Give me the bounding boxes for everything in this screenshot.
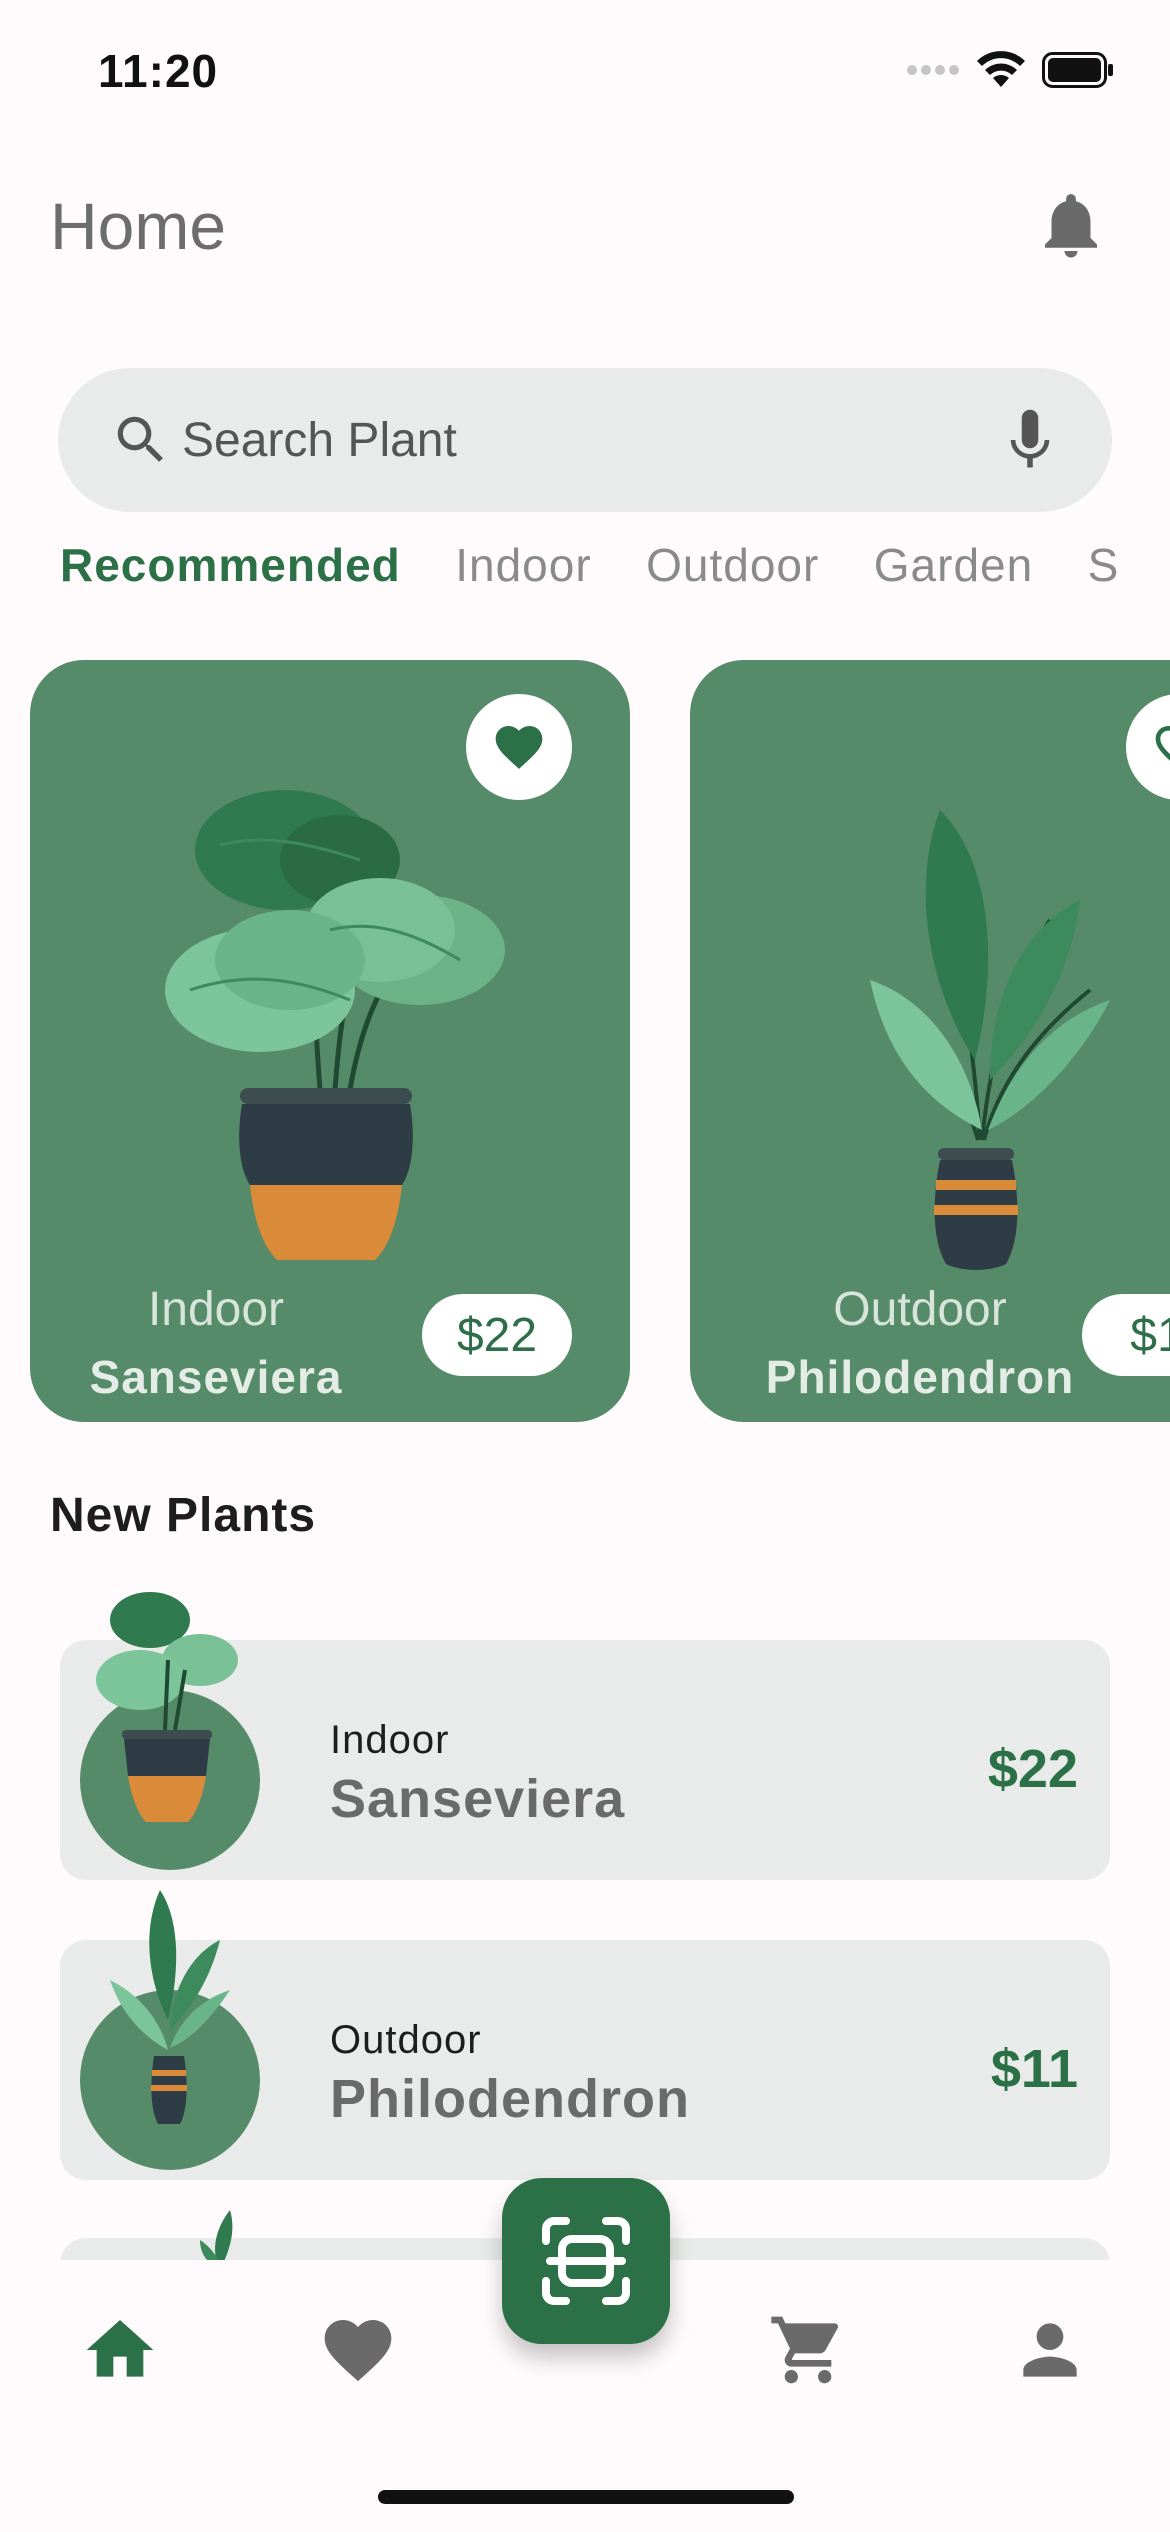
page-title: Home — [50, 189, 227, 263]
section-title-new-plants: New Plants — [50, 1489, 317, 1542]
list-item-category: Outdoor — [330, 2018, 482, 2062]
plant-thumbnail — [80, 1890, 260, 2170]
home-indicator — [378, 2490, 794, 2504]
profile-icon[interactable] — [1010, 2310, 1090, 2390]
search-bar[interactable]: Search Plant — [58, 368, 1112, 512]
wifi-icon — [977, 51, 1025, 87]
tab-outdoor[interactable]: Outdoor — [646, 538, 819, 592]
search-icon — [117, 416, 163, 462]
tab-garden[interactable]: Garden — [874, 538, 1033, 592]
potted-plant-illustration — [870, 810, 1110, 1270]
home-icon[interactable] — [80, 2310, 160, 2390]
recommended-carousel[interactable]: Indoor Sanseviera $22 Outdoor Philodendr… — [0, 660, 1170, 1424]
list-item-price: $11 — [990, 2039, 1078, 2099]
tab-indoor[interactable]: Indoor — [455, 538, 591, 592]
list-item[interactable]: Outdoor Philodendron $11 — [60, 1890, 1110, 2180]
status-icons — [906, 50, 1114, 90]
favorite-button[interactable] — [466, 694, 572, 800]
list-item-price: $22 — [987, 1739, 1078, 1799]
list-item[interactable]: Indoor Sanseviera $22 — [60, 1592, 1110, 1880]
list-item-name: Philodendron — [330, 2069, 690, 2129]
plant-card-philodendron[interactable]: Outdoor Philodendron $1 — [690, 660, 1170, 1422]
list-item-category: Indoor — [330, 1718, 450, 1762]
heart-outline-icon — [1155, 726, 1170, 761]
status-time: 11:20 — [98, 45, 219, 97]
cart-icon[interactable] — [768, 2310, 848, 2390]
card-name: Philodendron — [765, 1351, 1075, 1403]
scan-button[interactable] — [502, 2178, 670, 2344]
heart-icon — [495, 726, 543, 769]
plant-thumbnail — [80, 1592, 260, 1870]
tab-recommended[interactable]: Recommended — [60, 538, 401, 592]
tab-more[interactable]: S — [1088, 538, 1120, 592]
card-category: Outdoor — [833, 1283, 1007, 1336]
card-price: $22 — [422, 1294, 572, 1376]
signal-icon — [907, 65, 959, 75]
card-price: $1 — [1082, 1294, 1170, 1376]
heart-icon[interactable] — [318, 2310, 398, 2390]
category-tabs: Recommended Indoor Outdoor Garden S — [60, 538, 1136, 608]
battery-icon — [1042, 52, 1113, 88]
microphone-icon[interactable] — [1004, 407, 1056, 473]
search-input[interactable]: Search Plant — [182, 413, 1004, 468]
card-name: Sanseviera — [89, 1351, 343, 1403]
list-item-name: Sanseviera — [330, 1769, 626, 1829]
notification-bell-icon[interactable] — [1032, 186, 1110, 264]
card-category: Indoor — [147, 1283, 285, 1336]
scan-icon — [542, 2217, 630, 2305]
plant-card-sanseviera[interactable]: Indoor Sanseviera $22 — [30, 660, 630, 1422]
